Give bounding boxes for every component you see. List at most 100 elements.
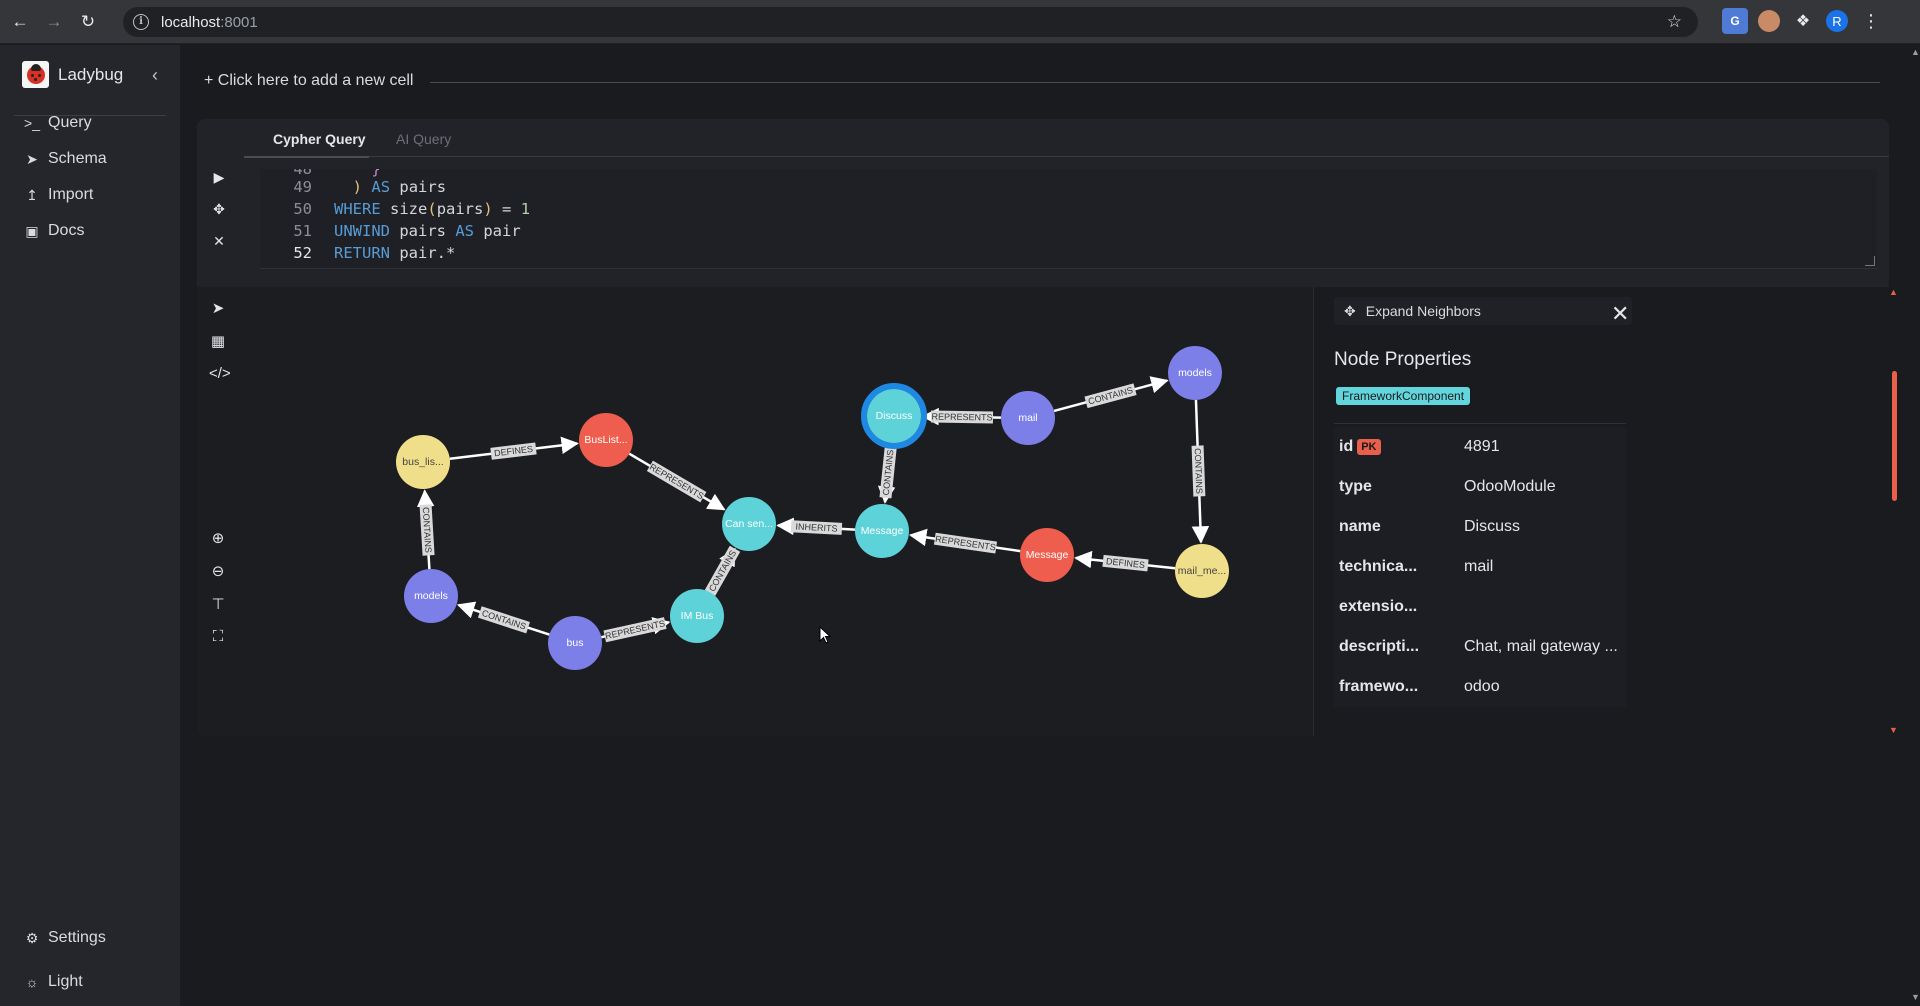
browser-toolbar: ← → ↻ i localhost:8001 ☆ G ❖ R ⋮ <box>0 0 1920 44</box>
expand-editor-icon[interactable]: ✥ <box>211 201 227 217</box>
edge-label: CONTAINS <box>477 606 530 634</box>
sidebar-item-query[interactable]: >_ Query <box>24 114 92 132</box>
close-cell-icon[interactable]: ✕ <box>211 233 227 249</box>
graph-node[interactable]: Message <box>1020 528 1074 582</box>
edge-label: CONTAINS <box>1191 445 1206 497</box>
terminal-icon: >_ <box>24 115 40 131</box>
graph-node[interactable]: mail_me... <box>1175 544 1229 598</box>
forward-arrow-icon[interactable]: → <box>40 8 68 36</box>
node-label: bus_lis... <box>402 456 443 468</box>
profile-avatar[interactable]: R <box>1826 10 1848 32</box>
translate-extension-icon[interactable]: G <box>1722 8 1748 34</box>
graph-canvas[interactable]: DEFINES REPRESENTS CONTAINS CONTAINS REPRESE… <box>197 287 1297 736</box>
graph-node[interactable]: models <box>1168 346 1222 400</box>
edge-label: REPRESENTS <box>930 410 994 424</box>
address-bar[interactable]: i localhost:8001 ☆ <box>123 7 1698 37</box>
svg-text:REPRESENTS: REPRESENTS <box>931 412 992 423</box>
gear-icon: ⚙ <box>25 929 39 946</box>
browser-menu-icon[interactable]: ⋮ <box>1858 8 1884 34</box>
site-info-icon[interactable]: i <box>133 14 149 30</box>
graph-node[interactable]: Can sen... <box>722 497 776 551</box>
sidebar-item-theme-light[interactable]: ☼ Light <box>24 973 83 991</box>
sidebar-item-import[interactable]: ↥ Import <box>24 186 93 204</box>
sun-icon: ☼ <box>25 974 39 990</box>
code-editor[interactable]: 48 } 49 ) AS pairs 50 WHERE size(pairs) … <box>260 169 1877 269</box>
edge-label: REPRESENTS <box>933 532 998 554</box>
page-scroll-down-arrow[interactable]: ▼ <box>1911 992 1920 1002</box>
bookmark-star-icon[interactable]: ☆ <box>1667 12 1682 32</box>
page-scroll-up-arrow[interactable]: ▲ <box>1911 47 1920 57</box>
primary-key-badge: PK <box>1357 439 1381 455</box>
code-line: 52 RETURN pair.* <box>293 244 456 262</box>
code-view-icon[interactable]: </> <box>209 365 231 383</box>
node-label: IM Bus <box>681 610 714 622</box>
node-label: models <box>1178 367 1212 379</box>
property-row: extensio... <box>1339 598 1418 615</box>
expand-neighbors-button[interactable]: ✥ Expand Neighbors <box>1334 297 1632 325</box>
edge-label: DEFINES <box>490 442 537 460</box>
edge-label: INHERITS <box>790 520 843 535</box>
graph-view-icon[interactable]: ➤ <box>209 299 227 317</box>
fit-view-icon[interactable]: ⊤ <box>209 595 227 613</box>
run-query-play-icon[interactable]: ▶ <box>211 169 227 185</box>
property-row: name Discuss <box>1339 518 1521 535</box>
schema-icon: ➤ <box>26 150 38 167</box>
fullscreen-icon[interactable]: ⛶ <box>209 628 227 646</box>
panel-scroll-down-arrow[interactable]: ▼ <box>1889 725 1898 735</box>
svg-text:CONTAINS: CONTAINS <box>1193 448 1205 494</box>
property-row: type OdooModule <box>1339 478 1556 495</box>
tab-cypher-query[interactable]: Cypher Query <box>273 131 366 147</box>
node-label: Discuss <box>876 410 913 422</box>
sidebar-item-schema[interactable]: ➤ Schema <box>24 150 107 168</box>
node-label: Message <box>1026 549 1069 561</box>
table-view-icon[interactable]: ▦ <box>209 332 227 350</box>
node-label-badge: FrameworkComponent <box>1336 387 1471 405</box>
panel-scrollbar-thumb[interactable] <box>1892 371 1897 501</box>
zoom-toolbar: ⊕ ⊖ ⊤ ⛶ <box>209 529 227 661</box>
edge-label: CONTAINS <box>1084 383 1137 409</box>
close-panel-icon[interactable]: ✕ <box>1611 303 1629 325</box>
property-row: framewo... odoo <box>1339 678 1500 695</box>
sidebar-item-settings[interactable]: ⚙ Settings <box>24 929 106 947</box>
editor-resize-handle[interactable] <box>1865 256 1875 266</box>
graph-node[interactable]: bus <box>548 616 602 670</box>
code-line: 50 WHERE size(pairs) = 1 <box>293 200 531 218</box>
graph-node[interactable]: mail <box>1001 391 1055 445</box>
reload-icon[interactable]: ↻ <box>74 8 102 36</box>
result-area: DEFINES REPRESENTS CONTAINS CONTAINS REPRESE… <box>197 287 1898 736</box>
zoom-out-icon[interactable]: ⊖ <box>209 562 227 580</box>
graph-node[interactable]: IM Bus <box>670 589 724 643</box>
code-text: RETURN pair.* <box>334 244 456 262</box>
panel-scroll-up-arrow[interactable]: ▲ <box>1889 287 1898 297</box>
tab-ai-query[interactable]: AI Query <box>396 131 451 147</box>
svg-text:REPRESENTS: REPRESENTS <box>648 462 706 502</box>
node-label: bus <box>567 637 584 649</box>
node-label: Can sen... <box>725 518 773 530</box>
edge-label: REPRESENTS <box>603 617 667 643</box>
edge-label: CONTAINS <box>704 545 741 596</box>
graph-node[interactable]: BusList... <box>579 413 633 467</box>
move-arrows-icon: ✥ <box>1344 302 1356 319</box>
code-line: 49 ) AS pairs <box>293 178 447 196</box>
sidebar-item-label: Import <box>48 186 94 203</box>
active-tab-indicator <box>244 156 369 158</box>
graph-node[interactable]: bus_lis... <box>396 435 450 489</box>
sidebar-item-label: Query <box>48 114 92 131</box>
collapse-sidebar-icon[interactable]: ‹ <box>152 65 158 86</box>
add-cell-button[interactable]: + Click here to add a new cell <box>204 72 413 90</box>
graph-node[interactable]: Message <box>855 504 909 558</box>
extensions-puzzle-icon[interactable]: ❖ <box>1790 8 1816 34</box>
zoom-in-icon[interactable]: ⊕ <box>209 529 227 547</box>
sidebar-item-label: Settings <box>48 929 106 946</box>
node-properties-panel: ✥ Expand Neighbors ✕ Node Properties Fra… <box>1313 287 1889 736</box>
properties-table: id PK 4891 type OdooModule name Discuss t… <box>1334 427 1626 707</box>
cookie-extension-icon[interactable] <box>1758 10 1780 32</box>
node-label: models <box>414 590 448 602</box>
svg-text:CONTAINS: CONTAINS <box>1087 385 1134 407</box>
node-label: Message <box>861 525 904 537</box>
query-tabs: Cypher Query AI Query <box>244 119 1889 158</box>
graph-node[interactable]: Discuss <box>861 383 927 449</box>
sidebar-item-docs[interactable]: ▣ Docs <box>24 222 84 240</box>
graph-node[interactable]: models <box>404 569 458 623</box>
back-arrow-icon[interactable]: ← <box>6 8 34 36</box>
